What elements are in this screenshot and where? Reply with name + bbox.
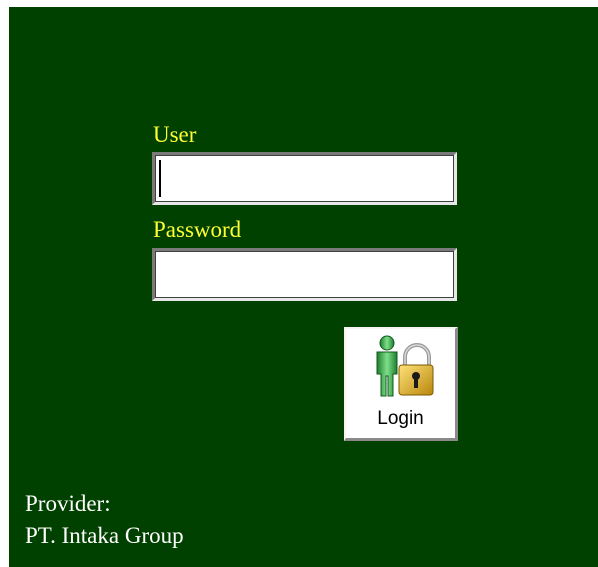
provider-info: Provider: PT. Intaka Group [25,488,184,552]
provider-label: Provider: [25,491,111,516]
user-label: User [153,122,197,147]
login-panel: User Password Login Provider: PT. Intaka… [9,7,598,567]
login-button-label: Login [377,408,424,429]
password-label: Password [153,217,242,242]
provider-name: PT. Intaka Group [25,523,184,548]
password-input[interactable] [152,248,457,301]
user-input[interactable] [152,152,457,205]
login-button[interactable]: Login [344,327,458,441]
user-lock-icon [376,335,434,397]
